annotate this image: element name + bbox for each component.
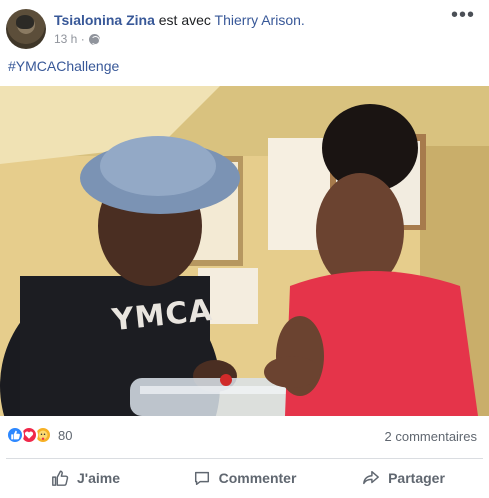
comment-button[interactable]: Commenter bbox=[165, 462, 324, 494]
photo-illustration bbox=[0, 86, 489, 416]
thumbs-up-icon bbox=[52, 470, 69, 486]
ellipsis-icon[interactable]: ••• bbox=[451, 5, 475, 25]
post-actions: J'aime Commenter Partager bbox=[6, 462, 483, 494]
reactions-summary[interactable]: 80 bbox=[6, 426, 72, 444]
globe-icon bbox=[88, 33, 100, 45]
like-icon bbox=[6, 426, 24, 444]
share-icon bbox=[363, 470, 380, 485]
like-button[interactable]: J'aime bbox=[6, 462, 165, 494]
comments-count[interactable]: 2 commentaires bbox=[385, 429, 477, 444]
like-label: J'aime bbox=[76, 470, 121, 486]
post-time[interactable]: 13 h · bbox=[54, 32, 85, 46]
post-photo[interactable]: YMCA bbox=[0, 86, 489, 416]
post-text[interactable]: #YMCAChallenge bbox=[8, 58, 119, 74]
author-line: Tsialonina Zina est avec Thierry Arison. bbox=[54, 11, 305, 29]
author-avatar[interactable] bbox=[6, 9, 46, 49]
tagged-user[interactable]: Thierry Arison. bbox=[215, 12, 305, 28]
author-name[interactable]: Tsialonina Zina bbox=[54, 12, 155, 28]
post-header: Tsialonina Zina est avec Thierry Arison.… bbox=[6, 5, 481, 50]
with-text: est avec bbox=[158, 12, 211, 28]
divider bbox=[6, 458, 483, 459]
share-label: Partager bbox=[388, 470, 445, 486]
timestamp-line: 13 h · bbox=[54, 32, 305, 46]
post-meta: Tsialonina Zina est avec Thierry Arison.… bbox=[54, 11, 305, 46]
facebook-post: Tsialonina Zina est avec Thierry Arison.… bbox=[0, 0, 489, 498]
reaction-count[interactable]: 80 bbox=[58, 428, 72, 443]
comment-label: Commenter bbox=[218, 470, 297, 486]
comment-icon bbox=[194, 471, 209, 486]
share-button[interactable]: Partager bbox=[324, 462, 483, 494]
